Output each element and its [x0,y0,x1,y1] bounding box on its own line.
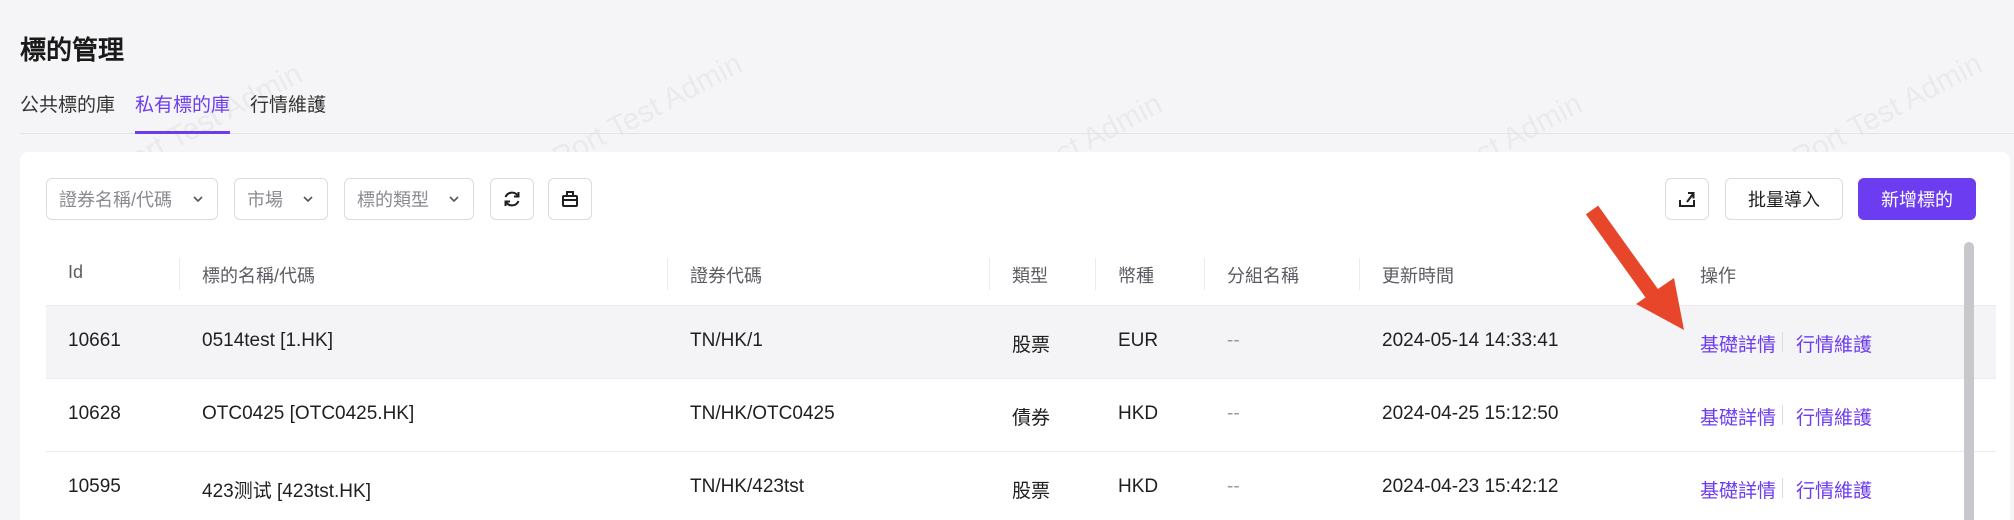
row-group: -- [1227,476,1240,497]
refresh-button[interactable] [490,178,534,220]
row-group: -- [1227,330,1240,351]
table-header: Id 標的名稱/代碼 證券代碼 類型 幣種 分組名稱 更新時間 操作 [46,242,1996,306]
basic-details-link[interactable]: 基礎詳情 [1700,403,1776,430]
column-header-name: 標的名稱/代碼 [202,266,316,286]
table-scrollbar[interactable] [1964,242,1974,520]
quote-maintenance-link[interactable]: 行情維護 [1796,330,1872,357]
row-type: 債券 [1012,408,1051,429]
row-name: 423测试 [423tst.HK] [202,481,371,502]
clear-filter-button[interactable] [548,178,592,220]
annotation-arrow-icon [1585,205,1684,330]
column-divider [1095,258,1096,290]
type-filter-placeholder: 標的類型 [357,190,429,210]
row-updated: 2024-04-25 15:12:50 [1382,403,1559,424]
tab-quote-maintenance[interactable]: 行情維護 [250,90,326,131]
row-updated: 2024-05-14 14:33:41 [1382,330,1559,351]
row-id: 10661 [68,330,121,351]
column-divider [1204,258,1205,290]
content-card: 證券名稱/代碼 市場 標的類型 批量導入 新增標的 Id 標的名稱/代碼 證券代… [20,152,2010,520]
chevron-down-icon [303,196,313,203]
action-divider [1782,405,1783,425]
column-header-group: 分組名稱 [1227,266,1299,286]
column-header-actions: 操作 [1700,266,1736,286]
column-divider [667,258,668,290]
security-filter-select[interactable]: 證券名稱/代碼 [46,178,218,220]
add-security-button[interactable]: 新增標的 [1858,178,1976,220]
basic-details-link[interactable]: 基礎詳情 [1700,330,1776,357]
securities-table: Id 標的名稱/代碼 證券代碼 類型 幣種 分組名稱 更新時間 操作 10661… [46,242,1996,520]
column-divider [989,258,990,290]
table-row[interactable]: 10628 OTC0425 [OTC0425.HK] TN/HK/OTC0425… [46,379,1996,452]
row-currency: EUR [1118,330,1159,351]
type-filter-select[interactable]: 標的類型 [344,178,474,220]
action-divider [1782,478,1783,498]
row-type: 股票 [1012,481,1051,502]
chevron-down-icon [449,196,459,203]
row-id: 10628 [68,403,121,424]
page-title: 標的管理 [20,35,125,65]
market-filter-select[interactable]: 市場 [234,178,328,220]
tab-public-library[interactable]: 公共標的庫 [20,90,115,131]
refresh-icon [504,191,520,207]
column-header-type: 類型 [1012,266,1048,286]
basic-details-link[interactable]: 基礎詳情 [1700,476,1776,503]
row-code: TN/HK/1 [690,330,763,351]
column-header-currency: 幣種 [1118,266,1154,286]
batch-import-button[interactable]: 批量導入 [1725,178,1843,220]
row-group: -- [1227,403,1240,424]
row-updated: 2024-04-23 15:42:12 [1382,476,1559,497]
quote-maintenance-link[interactable]: 行情維護 [1796,476,1872,503]
row-code: TN/HK/423tst [690,476,805,497]
column-header-updated: 更新時間 [1382,266,1454,286]
market-filter-placeholder: 市場 [247,190,283,210]
security-filter-placeholder: 證券名稱/代碼 [59,190,173,210]
row-id: 10595 [68,476,121,497]
table-row[interactable]: 10661 0514test [1.HK] TN/HK/1 股票 EUR -- … [46,306,1996,379]
row-currency: HKD [1118,403,1159,424]
clear-filter-icon [562,191,578,207]
column-divider [1359,258,1360,290]
tab-bar: 公共標的庫 私有標的庫 行情維護 [20,88,2014,134]
action-divider [1782,332,1783,352]
chevron-down-icon [193,196,203,203]
column-header-code: 證券代碼 [690,266,762,286]
row-name: OTC0425 [OTC0425.HK] [202,403,415,424]
row-name: 0514test [1.HK] [202,330,333,351]
row-currency: HKD [1118,476,1159,497]
column-divider [179,258,180,290]
tab-private-library[interactable]: 私有標的庫 [135,90,231,134]
row-type: 股票 [1012,335,1051,356]
column-header-id: Id [68,262,84,282]
quote-maintenance-link[interactable]: 行情維護 [1796,403,1872,430]
table-row[interactable]: 10595 423测试 [423tst.HK] TN/HK/423tst 股票 … [46,452,1996,520]
row-code: TN/HK/OTC0425 [690,403,835,424]
